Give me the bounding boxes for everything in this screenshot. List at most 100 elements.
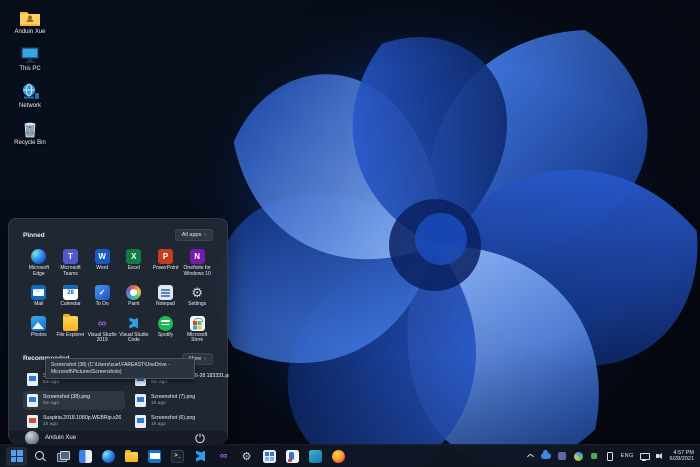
image-file-icon (27, 394, 38, 407)
green-dot-icon (591, 453, 597, 459)
pinned-app-label: Microsoft Store (181, 333, 213, 344)
taskbar-edge-button[interactable] (98, 447, 119, 466)
desktop-icon-user-folder[interactable]: Anduin Xue (4, 6, 56, 38)
teams-tray-button[interactable] (557, 451, 568, 462)
pinned-app-label: To Do (96, 302, 109, 308)
teams-icon: T (63, 249, 78, 264)
pinned-app-visual-studio-code[interactable]: Visual Studio Code (118, 314, 150, 346)
task-view-button[interactable] (52, 447, 73, 466)
pinned-app-word[interactable]: WWord (86, 247, 118, 279)
language-indicator[interactable]: ENG (621, 453, 634, 459)
image-file-icon (135, 415, 146, 428)
taskbar-vscode-button[interactable] (190, 447, 211, 466)
folder-icon (63, 316, 78, 331)
gear-icon: ⚙ (190, 285, 205, 300)
power-button[interactable] (195, 433, 205, 443)
pinned-app-spotify[interactable]: Spotify (150, 314, 182, 346)
start-menu-footer: Anduin Xue (9, 431, 227, 445)
image-file-icon (27, 373, 38, 386)
desktop-icon-column: Anduin Xue This PC Network Recycle Bin (4, 6, 56, 149)
folder-icon (125, 452, 138, 462)
pinned-app-powerpoint[interactable]: PPowerPoint (150, 247, 182, 279)
user-account-button[interactable]: Anduin Xue (25, 431, 76, 445)
recommended-meta: 1h ago (151, 401, 195, 406)
pinned-app-to-do[interactable]: ✓To Do (86, 283, 118, 310)
pinned-app-settings[interactable]: ⚙Settings (181, 283, 213, 310)
network-icon[interactable] (639, 452, 650, 461)
pointer-tile-icon (286, 450, 299, 463)
start-menu: Pinned All apps › Microsoft Edge TMicros… (8, 218, 228, 443)
phone-tray-button[interactable] (605, 451, 616, 462)
recommended-item-hovered[interactable]: Screenshot (38).png5m ago (23, 391, 125, 410)
pinned-app-label: Visual Studio 2019 (86, 333, 118, 344)
pinned-app-label: OneNote for Windows 10 (181, 266, 213, 277)
taskbar-file-explorer-button[interactable] (121, 447, 142, 466)
recommended-title: Screenshot (38).png (43, 394, 90, 400)
pinned-app-label: Word (96, 266, 108, 272)
recommended-item[interactable]: Screenshot (6).png1h ago (131, 412, 233, 431)
taskbar-terminal-button[interactable]: >_ (167, 447, 188, 466)
gear-icon: ⚙ (240, 450, 253, 463)
pinned-app-label: Spotify (158, 333, 173, 339)
excel-icon: X (126, 249, 141, 264)
pinned-app-visual-studio-2019[interactable]: ∞Visual Studio 2019 (86, 314, 118, 346)
recommended-item[interactable]: Screenshot (7).png1h ago (131, 391, 233, 410)
paint-palette-icon (126, 285, 141, 300)
monitor-icon (19, 45, 41, 64)
clock[interactable]: 4:57 PM 6/28/2021 (670, 450, 694, 463)
pinned-app-label: PowerPoint (153, 266, 179, 272)
onedrive-tray-button[interactable] (541, 451, 552, 462)
photos-icon (31, 316, 46, 331)
taskbar-grid-app-button[interactable] (259, 447, 280, 466)
taskbar-visual-studio-button[interactable]: ∞ (213, 447, 234, 466)
volume-icon[interactable] (655, 451, 665, 461)
taskbar-pointer-app-button[interactable] (282, 447, 303, 466)
recommended-item[interactable]: Suspiria.2018.1080p.WEBRip.x264-[...1h a… (23, 412, 125, 431)
all-apps-button[interactable]: All apps › (175, 229, 213, 241)
search-button[interactable] (29, 447, 50, 466)
network-globe-icon (19, 82, 41, 101)
tray-overflow-button[interactable] (525, 451, 536, 462)
pinned-app-calendar[interactable]: Calendar (55, 283, 87, 310)
tooltip-line: Microsoft\Pictures\Screenshots) (51, 369, 189, 376)
vscode-icon (194, 450, 207, 463)
teams-icon (558, 452, 566, 460)
date-label: 6/28/2021 (670, 456, 694, 463)
recommended-title: Screenshot (7).png (151, 394, 195, 400)
desktop-icon-network[interactable]: Network (4, 80, 56, 112)
mail-icon (31, 285, 46, 300)
recommended-meta: 5m ago (43, 380, 87, 385)
pinned-app-label: Excel (128, 266, 140, 272)
pinned-app-mail[interactable]: Mail (23, 283, 55, 310)
desktop-icon-this-pc[interactable]: This PC (4, 43, 56, 75)
desktop-icon-label: This PC (19, 66, 40, 73)
widgets-icon (79, 450, 92, 463)
pinned-app-notepad[interactable]: Notepad (150, 283, 182, 310)
phone-icon (607, 452, 613, 461)
windows-logo-icon (11, 450, 23, 462)
color-app-tray-button[interactable] (573, 451, 584, 462)
pinned-app-grid: Microsoft Edge TMicrosoft Teams WWord XE… (23, 247, 213, 346)
desktop-icon-label: Recycle Bin (14, 140, 46, 147)
pinned-app-file-explorer[interactable]: File Explorer (55, 314, 87, 346)
pinned-app-label: File Explorer (56, 333, 84, 339)
widgets-button[interactable] (75, 447, 96, 466)
taskbar-settings-button[interactable]: ⚙ (236, 447, 257, 466)
pinned-app-photos[interactable]: Photos (23, 314, 55, 346)
pinned-app-microsoft-store[interactable]: Microsoft Store (181, 314, 213, 346)
pinned-app-microsoft-teams[interactable]: TMicrosoft Teams (55, 247, 87, 279)
pinned-app-excel[interactable]: X Excel (118, 247, 150, 279)
pinned-app-label: Mail (34, 302, 43, 308)
taskbar-firefox-button[interactable] (328, 447, 349, 466)
search-icon (33, 450, 46, 463)
task-view-icon (56, 450, 69, 463)
taskbar-teal-app-button[interactable] (305, 447, 326, 466)
pinned-app-onenote[interactable]: NOneNote for Windows 10 (181, 247, 213, 279)
taskbar-mail-button[interactable] (144, 447, 165, 466)
grid-tile-icon (263, 450, 276, 463)
pinned-app-microsoft-edge[interactable]: Microsoft Edge (23, 247, 55, 279)
desktop-icon-recycle-bin[interactable]: Recycle Bin (4, 117, 56, 149)
start-button[interactable] (6, 447, 27, 466)
pinned-app-paint[interactable]: Paint (118, 283, 150, 310)
green-app-tray-button[interactable] (589, 451, 600, 462)
